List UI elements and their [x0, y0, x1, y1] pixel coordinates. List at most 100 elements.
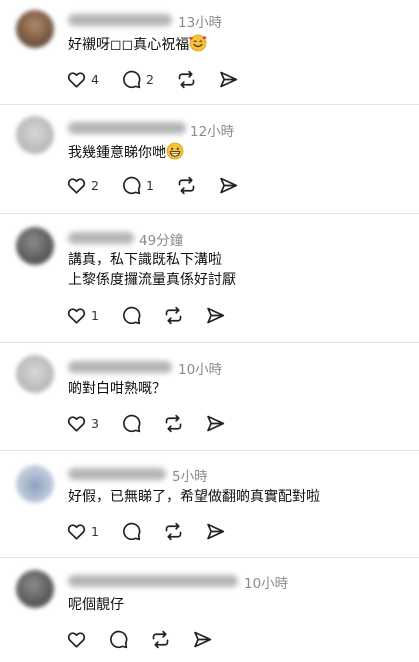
comment-line: 我幾鍾意睇你哋 — [68, 145, 166, 161]
repost-button[interactable] — [163, 412, 205, 434]
repost-icon — [165, 414, 182, 432]
repost-icon — [165, 522, 182, 540]
comment-item: 49分鐘 講真，私下識既私下溝啦 上黎係度攞流量真係好討厭 1 — [0, 214, 419, 342]
repost-icon — [165, 306, 182, 324]
timestamp: 10小時 — [178, 362, 223, 378]
reply-count: 2 — [146, 71, 154, 87]
comment-item: 10小時 呢個靚仔 — [0, 558, 419, 662]
speech-bubble-icon — [123, 414, 141, 432]
send-icon — [220, 177, 238, 193]
speech-bubble-icon — [123, 522, 141, 540]
repost-button[interactable] — [163, 304, 205, 326]
comment-item: 12小時 我幾鍾意睇你哋 2 1 — [0, 105, 419, 213]
action-bar: 2 1 — [66, 174, 243, 196]
comment-item: 10小時 啲對白咁熟嘅？ 3 — [0, 343, 419, 450]
reply-button[interactable] — [121, 520, 163, 542]
comment-text: 講真，私下識既私下溝啦 上黎係度攞流量真係好討厭 — [68, 250, 236, 290]
like-button[interactable]: 3 — [66, 412, 121, 434]
action-bar: 3 — [66, 412, 230, 434]
action-bar — [66, 628, 217, 650]
repost-icon — [152, 630, 169, 648]
timestamp: 10小時 — [244, 576, 289, 592]
like-button[interactable] — [66, 628, 108, 650]
reply-button[interactable]: 1 — [121, 174, 176, 196]
comment-line: 呢個靚仔 — [68, 597, 124, 613]
action-bar: 4 2 — [66, 68, 243, 90]
timestamp: 49分鐘 — [139, 233, 184, 249]
repost-icon — [178, 70, 195, 88]
reply-button[interactable]: 2 — [121, 68, 176, 90]
heart-icon — [67, 523, 86, 540]
action-bar: 1 — [66, 520, 230, 542]
share-button[interactable] — [205, 304, 230, 326]
share-button[interactable] — [205, 412, 230, 434]
heart-icon — [67, 415, 86, 432]
like-count: 4 — [91, 71, 99, 87]
avatar[interactable] — [16, 10, 54, 48]
comment-item: 5小時 好假，已無睇了，希望做翻啲真實配對啦 1 — [0, 451, 419, 557]
like-count: 2 — [91, 177, 99, 193]
heart-icon — [67, 177, 86, 194]
comment-text: 好假，已無睇了，希望做翻啲真實配對啦 — [68, 487, 320, 507]
username-blurred[interactable] — [68, 468, 166, 480]
heart-icon — [67, 307, 86, 324]
share-button[interactable] — [218, 68, 243, 90]
like-button[interactable]: 2 — [66, 174, 121, 196]
like-count: 1 — [91, 307, 99, 323]
comment-text: 我幾鍾意睇你哋 — [68, 142, 184, 163]
speech-bubble-icon — [123, 306, 141, 324]
comment-line: 講真，私下識既私下溝啦 — [68, 252, 222, 268]
repost-button[interactable] — [176, 68, 218, 90]
comment-text: 啲對白咁熟嘅？ — [68, 379, 166, 399]
action-bar: 1 — [66, 304, 230, 326]
grinning-face-icon — [166, 142, 184, 160]
heart-icon — [67, 71, 86, 88]
reply-button[interactable] — [121, 412, 163, 434]
timestamp: 12小時 — [190, 124, 235, 140]
timestamp: 5小時 — [172, 469, 208, 485]
comment-line: 好假，已無睇了，希望做翻啲真實配對啦 — [68, 489, 320, 505]
comment-item: 13小時 好襯呀◻◻真心祝福 4 2 — [0, 0, 419, 104]
comment-line: 好襯呀◻◻真心祝福 — [68, 37, 190, 53]
avatar[interactable] — [16, 465, 54, 503]
reply-count: 1 — [146, 177, 154, 193]
send-icon — [207, 307, 225, 323]
share-button[interactable] — [205, 520, 230, 542]
comment-line: 上黎係度攞流量真係好討厭 — [68, 272, 236, 288]
avatar[interactable] — [16, 227, 54, 265]
username-blurred[interactable] — [68, 361, 172, 373]
share-button[interactable] — [192, 628, 217, 650]
speech-bubble-icon — [110, 630, 128, 648]
repost-icon — [178, 176, 195, 194]
send-icon — [207, 523, 225, 539]
like-button[interactable]: 4 — [66, 68, 121, 90]
comment-line: 啲對白咁熟嘅？ — [68, 381, 166, 397]
like-count: 1 — [91, 523, 99, 539]
smiling-face-with-hearts-icon — [189, 34, 207, 52]
like-count: 3 — [91, 415, 99, 431]
avatar[interactable] — [16, 355, 54, 393]
send-icon — [207, 415, 225, 431]
repost-button[interactable] — [176, 174, 218, 196]
like-button[interactable]: 1 — [66, 304, 121, 326]
speech-bubble-icon — [123, 70, 141, 88]
reply-button[interactable] — [108, 628, 150, 650]
timestamp: 13小時 — [178, 15, 223, 31]
comment-text: 呢個靚仔 — [68, 595, 124, 615]
share-button[interactable] — [218, 174, 243, 196]
reply-button[interactable] — [121, 304, 163, 326]
repost-button[interactable] — [163, 520, 205, 542]
heart-icon — [67, 631, 86, 648]
comment-text: 好襯呀◻◻真心祝福 — [68, 34, 207, 55]
username-blurred[interactable] — [68, 575, 238, 587]
speech-bubble-icon — [123, 176, 141, 194]
username-blurred[interactable] — [68, 14, 172, 26]
username-blurred[interactable] — [68, 122, 186, 134]
send-icon — [220, 71, 238, 87]
avatar[interactable] — [16, 116, 54, 154]
repost-button[interactable] — [150, 628, 192, 650]
send-icon — [194, 631, 212, 647]
like-button[interactable]: 1 — [66, 520, 121, 542]
username-blurred[interactable] — [68, 232, 134, 244]
avatar[interactable] — [16, 570, 54, 608]
